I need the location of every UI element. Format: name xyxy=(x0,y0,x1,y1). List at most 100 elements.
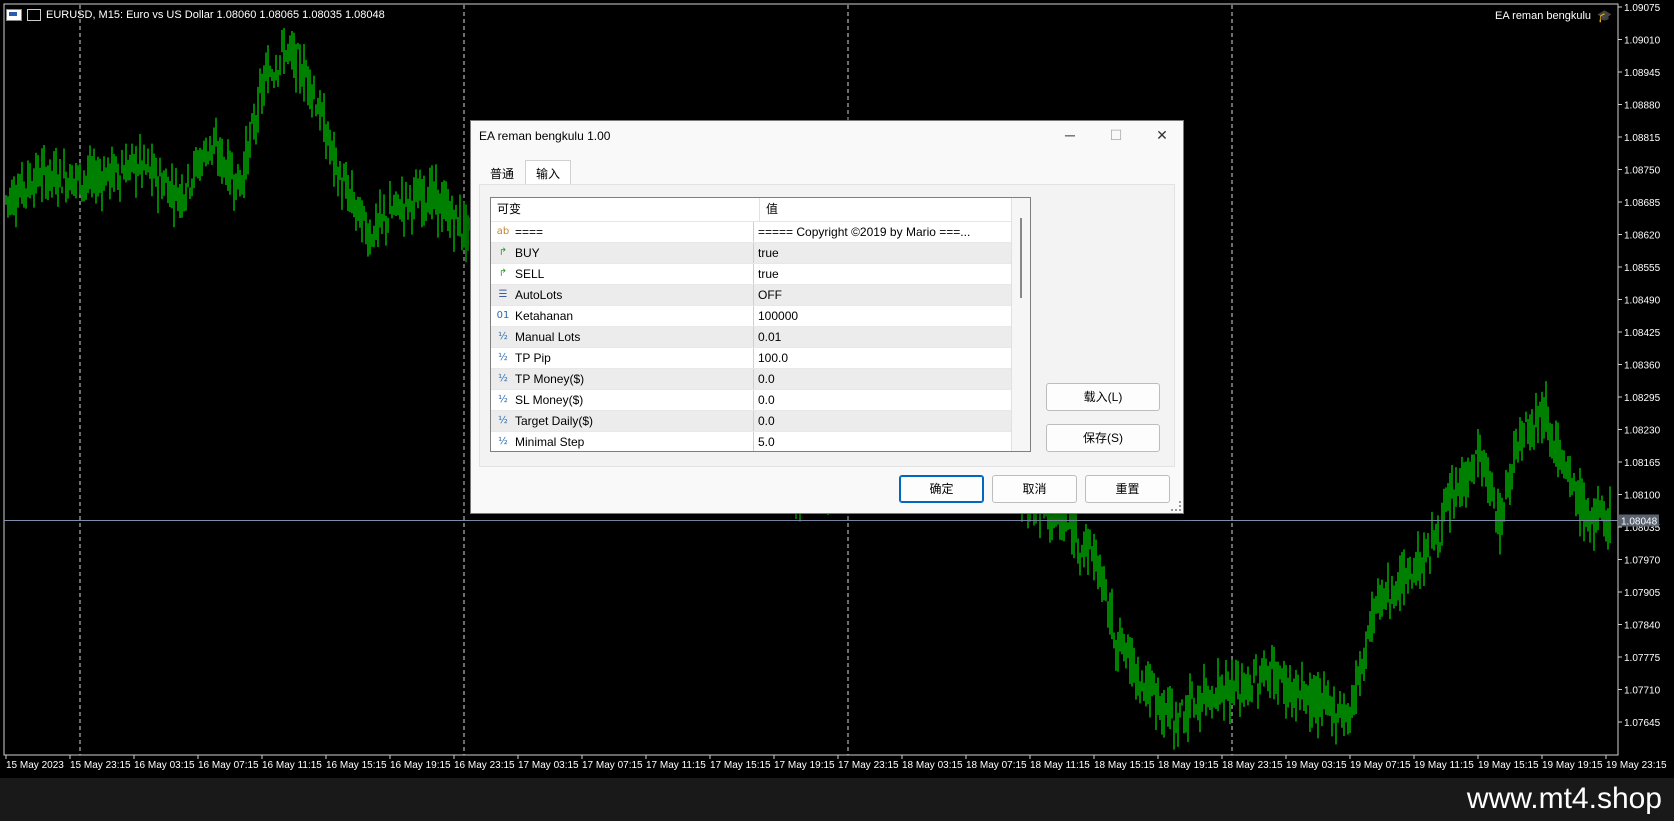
table-row[interactable]: ½ SL Money($) 0.0 xyxy=(491,390,1011,411)
time-label: 19 May 15:15 xyxy=(1478,760,1539,771)
type-icon: ☰ xyxy=(498,289,508,300)
watermark-site: www.mt4.shop xyxy=(1466,782,1662,815)
time-label: 17 May 15:15 xyxy=(710,760,771,771)
row-variable: ☰ AutoLots xyxy=(491,285,754,305)
price-label: 1.07645 xyxy=(1624,718,1661,729)
price-label: 1.08750 xyxy=(1624,166,1661,177)
row-variable: ½ TP Pip xyxy=(491,348,754,368)
type-icon: ½ xyxy=(498,394,508,405)
minimize-button[interactable]: ─ xyxy=(1047,121,1093,149)
close-button[interactable]: ✕ xyxy=(1139,121,1185,149)
column-header-variable[interactable]: 可变 xyxy=(491,198,760,221)
table-row[interactable]: ↱ SELL true xyxy=(491,264,1011,285)
variable-value[interactable]: 0.0 xyxy=(754,411,775,431)
time-label: 16 May 23:15 xyxy=(454,760,515,771)
variable-name: TP Money($) xyxy=(515,372,585,386)
price-label: 1.08360 xyxy=(1624,361,1661,372)
type-icon: ½ xyxy=(498,415,508,426)
price-label: 1.08295 xyxy=(1624,393,1661,404)
variable-value[interactable]: ===== Copyright ©2019 by Mario ===... xyxy=(754,222,970,242)
row-variable: ↱ SELL xyxy=(491,264,754,284)
variable-value[interactable]: 100.0 xyxy=(754,348,788,368)
table-row[interactable]: ↱ BUY true xyxy=(491,243,1011,264)
price-label: 1.08880 xyxy=(1624,101,1661,112)
price-label: 1.08425 xyxy=(1624,328,1661,339)
variable-value[interactable]: true xyxy=(754,243,779,263)
table-row[interactable]: ½ Minimal Step 5.0 xyxy=(491,432,1011,451)
price-label: 1.08685 xyxy=(1624,198,1661,209)
type-icon: ↱ xyxy=(498,268,508,279)
table-row[interactable]: ab ==== ===== Copyright ©2019 by Mario ===… xyxy=(491,222,1011,243)
ea-label[interactable]: EA reman bengkulu 🎓 xyxy=(1495,9,1612,23)
table-row[interactable]: 01 Ketahanan 100000 xyxy=(491,306,1011,327)
price-label: 1.08945 xyxy=(1624,68,1661,79)
symbol-flag-icon xyxy=(6,9,22,21)
table-row[interactable]: ½ TP Pip 100.0 xyxy=(491,348,1011,369)
maximize-button[interactable]: ☐ xyxy=(1093,121,1139,149)
price-label: 1.08620 xyxy=(1624,231,1661,242)
dialog-title: EA reman bengkulu 1.00 xyxy=(479,129,611,143)
variable-name: BUY xyxy=(515,246,540,260)
price-label: 1.07840 xyxy=(1624,621,1661,632)
variable-value[interactable]: 100000 xyxy=(754,306,798,326)
tab-common[interactable]: 普通 xyxy=(479,160,525,184)
row-variable: ½ TP Money($) xyxy=(491,369,754,389)
grid-rows: ab ==== ===== Copyright ©2019 by Mario ===… xyxy=(491,222,1030,451)
price-label: 1.08100 xyxy=(1624,491,1661,502)
resize-grip[interactable] xyxy=(1171,501,1181,511)
variable-value[interactable]: 0.0 xyxy=(754,390,775,410)
price-label: 1.08165 xyxy=(1624,458,1661,469)
save-button[interactable]: 保存(S) xyxy=(1046,424,1160,452)
time-label: 17 May 03:15 xyxy=(518,760,579,771)
row-variable: 01 Ketahanan xyxy=(491,306,754,326)
row-variable: ab ==== xyxy=(491,222,754,242)
table-row[interactable]: ½ TP Money($) 0.0 xyxy=(491,369,1011,390)
reset-button[interactable]: 重置 xyxy=(1085,475,1170,503)
scrollbar-thumb[interactable] xyxy=(1020,218,1022,298)
price-label: 1.08555 xyxy=(1624,263,1661,274)
price-label: 1.07970 xyxy=(1624,556,1661,567)
load-button[interactable]: 载入(L) xyxy=(1046,383,1160,411)
dialog-tabs: 普通 输入 xyxy=(479,160,572,184)
variable-value[interactable]: true xyxy=(754,264,779,284)
variable-name: SELL xyxy=(515,267,545,281)
variable-name: ==== xyxy=(515,225,544,239)
variable-name: AutoLots xyxy=(515,288,563,302)
inputs-grid: 可变 值 ab ==== ===== Copyright ©2019 by Mari… xyxy=(490,197,1031,452)
time-label: 16 May 19:15 xyxy=(390,760,451,771)
variable-name: Ketahanan xyxy=(515,309,574,323)
time-label: 19 May 03:15 xyxy=(1286,760,1347,771)
chart-type-icon[interactable] xyxy=(27,9,41,21)
table-row[interactable]: ½ Manual Lots 0.01 xyxy=(491,327,1011,348)
variable-value[interactable]: 0.01 xyxy=(754,327,781,347)
column-header-value[interactable]: 值 xyxy=(760,198,778,221)
price-label: 1.07905 xyxy=(1624,588,1661,599)
time-label: 17 May 07:15 xyxy=(582,760,643,771)
time-label: 18 May 15:15 xyxy=(1094,760,1155,771)
time-label: 18 May 23:15 xyxy=(1222,760,1283,771)
table-row[interactable]: ½ Target Daily($) 0.0 xyxy=(491,411,1011,432)
graduation-hat-icon: 🎓 xyxy=(1597,9,1612,23)
type-icon: ab xyxy=(496,226,510,237)
cancel-button[interactable]: 取消 xyxy=(992,475,1077,503)
table-row[interactable]: ☰ AutoLots OFF xyxy=(491,285,1011,306)
price-label: 1.08490 xyxy=(1624,296,1661,307)
time-label: 16 May 03:15 xyxy=(134,760,195,771)
row-variable: ½ Minimal Step xyxy=(491,432,754,451)
tab-inputs[interactable]: 输入 xyxy=(525,160,572,184)
variable-value[interactable]: 0.0 xyxy=(754,369,775,389)
time-label: 16 May 07:15 xyxy=(198,760,259,771)
variable-value[interactable]: 5.0 xyxy=(754,432,775,451)
time-label: 16 May 15:15 xyxy=(326,760,387,771)
ok-button[interactable]: 确定 xyxy=(899,475,984,503)
variable-name: Target Daily($) xyxy=(515,414,594,428)
footer-bar: www.mt4.shop xyxy=(0,778,1674,821)
price-label: 1.07710 xyxy=(1624,686,1661,697)
variable-value[interactable]: OFF xyxy=(754,285,782,305)
time-label: 19 May 07:15 xyxy=(1350,760,1411,771)
time-label: 16 May 11:15 xyxy=(262,760,322,771)
grid-header: 可变 值 xyxy=(491,198,1030,222)
type-icon: ½ xyxy=(498,436,508,447)
grid-scrollbar[interactable] xyxy=(1011,198,1030,451)
type-icon: ↱ xyxy=(498,247,508,258)
